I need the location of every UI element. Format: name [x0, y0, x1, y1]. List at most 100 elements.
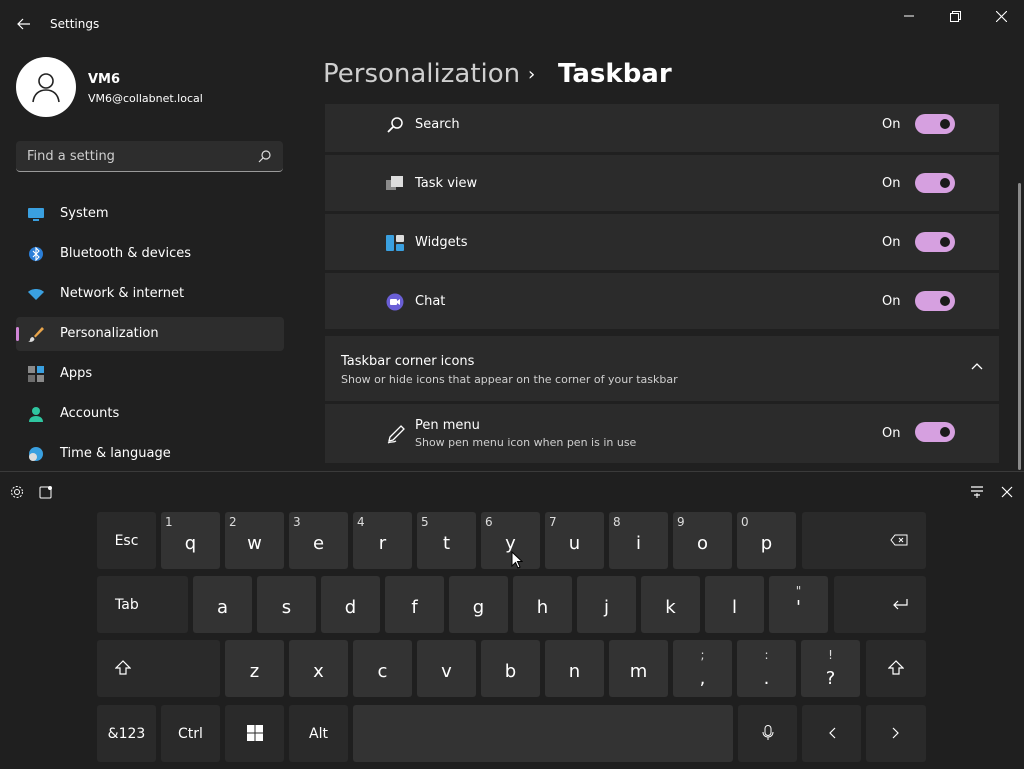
- key-q[interactable]: 1q: [161, 512, 220, 569]
- apps-icon: [28, 366, 44, 382]
- avatar[interactable]: [16, 57, 76, 117]
- key-l[interactable]: l: [705, 576, 764, 633]
- key-label: ': [796, 597, 801, 618]
- key-w[interactable]: 2w: [225, 512, 284, 569]
- pen-menu-toggle[interactable]: [915, 422, 955, 442]
- key-k[interactable]: k: [641, 576, 700, 633]
- scrollbar[interactable]: [1018, 183, 1021, 470]
- key-question[interactable]: !?: [801, 640, 860, 697]
- key-tab[interactable]: Tab: [97, 576, 188, 633]
- sticker-icon[interactable]: [39, 485, 53, 499]
- key-alt-label: !: [828, 648, 833, 662]
- key-z[interactable]: z: [225, 640, 284, 697]
- key-apostrophe[interactable]: " ': [769, 576, 828, 633]
- key-windows[interactable]: [225, 705, 284, 762]
- sidebar-item-accounts[interactable]: Accounts: [16, 397, 284, 431]
- key-enter[interactable]: [834, 576, 926, 633]
- key-space[interactable]: [353, 705, 733, 762]
- key-label: Ctrl: [178, 726, 203, 742]
- key-p[interactable]: 0p: [737, 512, 796, 569]
- key-comma[interactable]: ;,: [673, 640, 732, 697]
- task-view-toggle[interactable]: [915, 173, 955, 193]
- sidebar-item-label: Personalization: [60, 326, 159, 341]
- taskview-icon: [386, 176, 403, 190]
- key-alt-label: 6: [485, 515, 493, 529]
- taskbar-corner-icons-header[interactable]: Taskbar corner icons Show or hide icons …: [325, 336, 999, 401]
- section-subtitle: Show or hide icons that appear on the co…: [341, 373, 678, 386]
- mouse-cursor-icon: [511, 551, 523, 569]
- key-r[interactable]: 4r: [353, 512, 412, 569]
- minimize-button[interactable]: [886, 0, 932, 32]
- toggle-state: On: [882, 176, 901, 191]
- search-input[interactable]: Find a setting: [16, 141, 283, 172]
- key-v[interactable]: v: [417, 640, 476, 697]
- key-alt[interactable]: Alt: [289, 705, 348, 762]
- close-icon: [995, 10, 1007, 22]
- restore-button[interactable]: [932, 0, 978, 32]
- key-microphone[interactable]: [738, 705, 797, 762]
- key-alt-label: 9: [677, 515, 685, 529]
- key-alt-label: 3: [293, 515, 301, 529]
- setting-description: Show pen menu icon when pen is in use: [415, 436, 637, 449]
- bluetooth-icon: [29, 246, 43, 262]
- setting-row-task-view: Task view On: [325, 155, 999, 211]
- key-label: d: [344, 597, 357, 618]
- sidebar-item-network[interactable]: Network & internet: [16, 277, 284, 311]
- key-m[interactable]: m: [609, 640, 668, 697]
- key-f[interactable]: f: [385, 576, 444, 633]
- close-button[interactable]: [978, 0, 1024, 32]
- key-u[interactable]: 7u: [545, 512, 604, 569]
- back-arrow-icon: [17, 18, 30, 30]
- key-j[interactable]: j: [577, 576, 636, 633]
- key-shift-right[interactable]: [866, 640, 926, 697]
- key-s[interactable]: s: [257, 576, 316, 633]
- search-icon[interactable]: [258, 150, 271, 163]
- key-ctrl[interactable]: Ctrl: [161, 705, 220, 762]
- person-icon: [32, 73, 60, 103]
- key-h[interactable]: h: [513, 576, 572, 633]
- setting-row-widgets: Widgets On: [325, 214, 999, 270]
- keyboard-layout-icon[interactable]: [970, 485, 984, 499]
- key-b[interactable]: b: [481, 640, 540, 697]
- key-label: ?: [825, 668, 836, 689]
- chevron-up-icon[interactable]: [971, 362, 983, 370]
- key-o[interactable]: 9o: [673, 512, 732, 569]
- key-backspace[interactable]: [802, 512, 926, 569]
- toggle-state: On: [882, 235, 901, 250]
- brush-icon: [28, 327, 44, 342]
- breadcrumb-parent[interactable]: Personalization: [323, 59, 520, 89]
- back-button[interactable]: [8, 8, 40, 40]
- sidebar-item-time-language[interactable]: Time & language: [16, 437, 284, 471]
- key-alt-label: 7: [549, 515, 557, 529]
- sidebar-item-apps[interactable]: Apps: [16, 357, 284, 391]
- key-esc[interactable]: Esc: [97, 512, 156, 569]
- key-shift-left[interactable]: [97, 640, 220, 697]
- key-symbols[interactable]: &123: [97, 705, 156, 762]
- sidebar-item-personalization[interactable]: Personalization: [16, 317, 284, 351]
- key-x[interactable]: x: [289, 640, 348, 697]
- search-toggle[interactable]: [915, 114, 955, 134]
- monitor-icon: [28, 208, 44, 221]
- key-g[interactable]: g: [449, 576, 508, 633]
- touch-keyboard: Esc 1q 2w 3e 4r 5t 6y 7u 8i 9o 0p Tab a …: [0, 471, 1024, 769]
- key-c[interactable]: c: [353, 640, 412, 697]
- sidebar-item-bluetooth[interactable]: Bluetooth & devices: [16, 237, 284, 271]
- key-n[interactable]: n: [545, 640, 604, 697]
- key-label: s: [281, 597, 292, 618]
- toggle-state: On: [882, 294, 901, 309]
- key-period[interactable]: :.: [737, 640, 796, 697]
- widgets-toggle[interactable]: [915, 232, 955, 252]
- key-e[interactable]: 3e: [289, 512, 348, 569]
- key-t[interactable]: 5t: [417, 512, 476, 569]
- key-label: f: [411, 597, 418, 618]
- key-right-arrow[interactable]: [866, 705, 926, 762]
- close-keyboard-icon[interactable]: [1000, 485, 1014, 499]
- restore-icon: [949, 10, 961, 22]
- chat-toggle[interactable]: [915, 291, 955, 311]
- gear-icon[interactable]: [10, 485, 24, 499]
- key-a[interactable]: a: [193, 576, 252, 633]
- key-d[interactable]: d: [321, 576, 380, 633]
- key-i[interactable]: 8i: [609, 512, 668, 569]
- key-left-arrow[interactable]: [802, 705, 861, 762]
- sidebar-item-system[interactable]: System: [16, 197, 284, 231]
